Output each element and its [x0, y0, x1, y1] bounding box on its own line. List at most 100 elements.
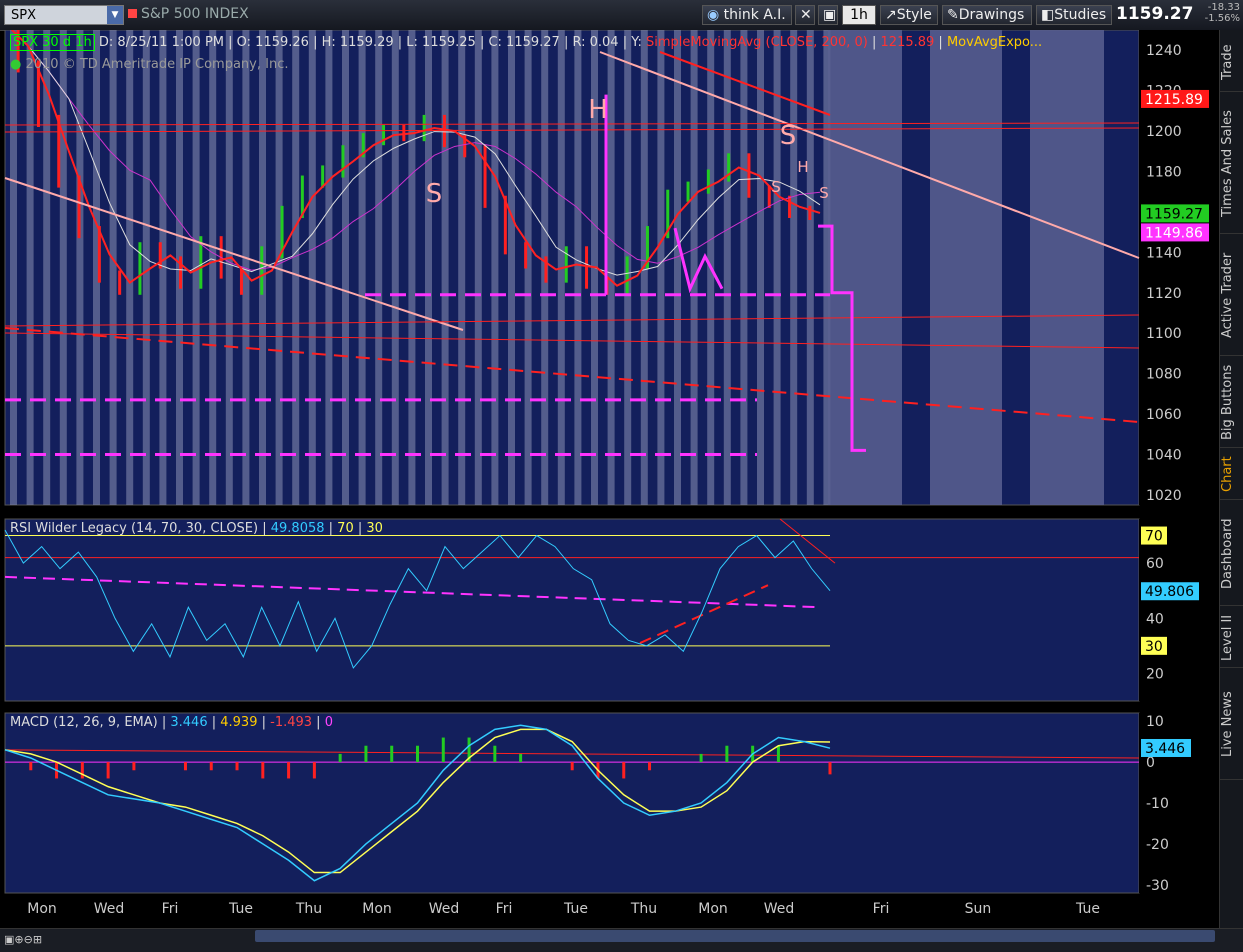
- timeframe-button[interactable]: 1h: [842, 5, 876, 25]
- change-pct: -1.56%: [1204, 13, 1240, 24]
- snapshot-icon[interactable]: ▣: [818, 5, 838, 25]
- gear-icon: ◉: [707, 7, 720, 23]
- bar-open: O: 1159.26: [236, 35, 309, 50]
- session-bar: [342, 30, 349, 505]
- session-bar: [425, 30, 432, 505]
- change-value: -18.33: [1207, 2, 1240, 13]
- price-axis-badge-text: 1149.86: [1145, 225, 1203, 241]
- session-bar: [740, 30, 748, 505]
- x-tick-label: Mon: [698, 901, 728, 917]
- price-tick-label: 1060: [1146, 407, 1182, 423]
- future-band: [1030, 30, 1104, 505]
- sidebar-tab-dashboard[interactable]: Dashboard: [1220, 502, 1243, 606]
- session-bar: [209, 30, 217, 505]
- sma-label[interactable]: SimpleMovingAvg (CLOSE, 200, 0): [646, 35, 868, 50]
- sidebar-tab-trade[interactable]: Trade: [1220, 34, 1243, 92]
- pattern-label-h: H: [797, 158, 808, 176]
- x-tick-label: Fri: [496, 901, 513, 917]
- sidebar-tab-live-news[interactable]: Live News: [1220, 670, 1243, 780]
- session-bar: [76, 30, 84, 505]
- style-label: Style: [896, 7, 932, 23]
- x-tick-label: Wed: [429, 901, 460, 917]
- bar-high: H: 1159.29: [321, 35, 394, 50]
- session-bar: [10, 30, 17, 505]
- x-tick-label: Tue: [1075, 901, 1100, 917]
- study-label[interactable]: SPX 30 d 1h: [10, 34, 95, 51]
- sidebar-tab-big-buttons[interactable]: Big Buttons: [1220, 358, 1243, 448]
- style-icon: ↗: [885, 7, 897, 23]
- session-bar: [806, 30, 814, 505]
- session-bar: [142, 30, 150, 505]
- zoom-controls-icon[interactable]: ▣⊕⊖⊞: [4, 933, 42, 946]
- future-band: [828, 30, 902, 505]
- rsi-ob: 70: [337, 521, 354, 536]
- rsi-name[interactable]: RSI Wilder Legacy (14, 70, 30, CLOSE): [10, 521, 258, 536]
- symbol-input[interactable]: SPX ▼: [4, 5, 124, 25]
- bar-date: D: 8/25/11 1:00 PM: [98, 35, 224, 50]
- macd-tick-label: -30: [1146, 878, 1169, 894]
- sidebar-tab-times-and-sales[interactable]: Times And Sales: [1220, 94, 1243, 234]
- copyright-text: 2010 © TD Ameritrade IP Company, Inc.: [25, 57, 289, 72]
- rsi-header: RSI Wilder Legacy (14, 70, 30, CLOSE) | …: [10, 521, 383, 536]
- session-bar: [358, 30, 366, 505]
- chart-scrollbar[interactable]: [255, 930, 1215, 942]
- sidebar-tab-active-trader[interactable]: Active Trader: [1220, 236, 1243, 356]
- ema-label[interactable]: MovAvgExpo...: [947, 35, 1042, 50]
- price-pane-header: SPX 30 d 1h D: 8/25/11 1:00 PM | O: 1159…: [10, 33, 1042, 53]
- session-bar: [375, 30, 383, 505]
- pattern-label-s: S: [780, 121, 797, 151]
- x-tick-label: Fri: [162, 901, 179, 917]
- session-bar: [674, 30, 681, 505]
- session-bar: [690, 30, 698, 505]
- x-tick-label: Mon: [27, 901, 57, 917]
- think-ai-label: think A.I.: [723, 7, 786, 23]
- sma-value: 1215.89: [880, 35, 935, 50]
- bar-low: L: 1159.25: [406, 35, 476, 50]
- bar-range: R: 0.04: [572, 35, 619, 50]
- sidebar-tab-level-ii[interactable]: Level II: [1220, 608, 1243, 668]
- studies-button[interactable]: ◧Studies: [1036, 5, 1112, 25]
- chart-area[interactable]: SHSSHS1020104010601080110011201140116011…: [0, 30, 1219, 928]
- session-bar: [441, 30, 449, 505]
- session-bar: [126, 30, 134, 505]
- chevron-down-icon[interactable]: ▼: [107, 6, 123, 24]
- session-bar: [391, 30, 399, 505]
- macd-name[interactable]: MACD (12, 26, 9, EMA): [10, 715, 158, 730]
- drawings-button[interactable]: ✎Drawings: [942, 5, 1032, 25]
- top-toolbar: SPX ▼ S&P 500 INDEX ◉ think A.I. ✕ ▣ 1h …: [0, 0, 1243, 31]
- session-bar: [109, 30, 117, 505]
- x-tick-label: Sun: [965, 901, 992, 917]
- price-tick-label: 1040: [1146, 447, 1182, 463]
- sidebar-tab-chart[interactable]: Chart: [1220, 450, 1243, 500]
- macd-tick-label: 10: [1146, 714, 1164, 730]
- macd-diff: -1.493: [270, 715, 313, 730]
- rsi-axis-badge-text: 70: [1145, 529, 1163, 545]
- x-tick-label: Thu: [630, 901, 657, 917]
- macd-tick-label: -20: [1146, 837, 1169, 853]
- crosshair-icon[interactable]: ✕: [795, 5, 815, 25]
- session-bar: [474, 30, 482, 505]
- price-tick-label: 1180: [1146, 164, 1182, 180]
- rsi-tick-label: 60: [1146, 556, 1164, 572]
- rsi-value-badge-text: 49.806: [1145, 584, 1194, 600]
- session-bar: [458, 30, 466, 505]
- pattern-label-h: H: [588, 95, 608, 125]
- x-tick-label: Tue: [563, 901, 588, 917]
- info-icon: ●: [10, 57, 22, 72]
- price-tick-label: 1080: [1146, 367, 1182, 383]
- rsi-pane: [5, 519, 1139, 701]
- x-tick-label: Wed: [94, 901, 125, 917]
- studies-icon: ◧: [1041, 7, 1055, 23]
- sidebar: Trade Times And Sales Active Trader Big But…: [1219, 30, 1243, 928]
- price-tick-label: 1100: [1146, 326, 1182, 342]
- session-bar: [225, 30, 233, 505]
- session-bar: [26, 30, 34, 505]
- color-square-icon: [128, 9, 137, 18]
- style-button[interactable]: ↗Style: [880, 5, 938, 25]
- price-tick-label: 1140: [1146, 245, 1182, 261]
- price-tick-label: 1200: [1146, 124, 1182, 140]
- session-bar: [508, 30, 515, 505]
- think-ai-button[interactable]: ◉ think A.I.: [702, 5, 792, 25]
- bar-y: Y:: [631, 35, 642, 50]
- price-tick-label: 1020: [1146, 488, 1182, 504]
